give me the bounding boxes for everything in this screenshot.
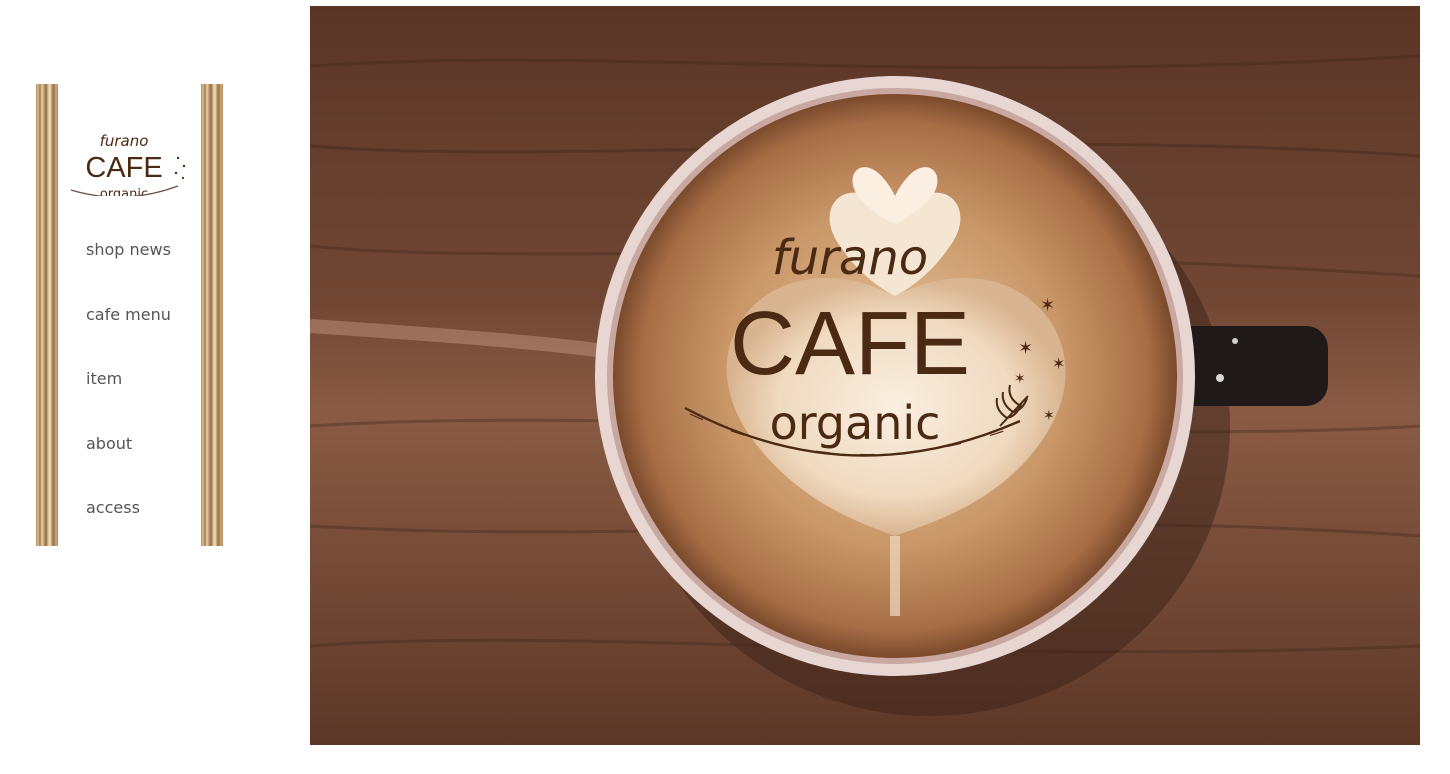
svg-text:✶: ✶ bbox=[1014, 371, 1026, 387]
sparkle-icon bbox=[174, 156, 186, 180]
nav-item-about[interactable]: about bbox=[86, 428, 171, 493]
nav-item-access[interactable]: access bbox=[86, 492, 171, 557]
logo-line-cafe: CAFE bbox=[85, 152, 162, 184]
svg-text:✶: ✶ bbox=[1040, 295, 1055, 316]
main-nav: shop news cafe menu item about access bbox=[86, 234, 171, 557]
hero-logo-furano: furano bbox=[772, 230, 928, 286]
svg-text:✶: ✶ bbox=[1018, 338, 1033, 359]
svg-text:✶: ✶ bbox=[1043, 408, 1055, 424]
svg-text:✶: ✶ bbox=[1052, 354, 1065, 373]
nav-item-item[interactable]: item bbox=[86, 363, 171, 428]
nav-item-cafe-menu[interactable]: cafe menu bbox=[86, 299, 171, 364]
page: furano CAFE organic shop news cafe menu … bbox=[0, 0, 1450, 774]
site-logo[interactable]: furano CAFE organic bbox=[66, 106, 196, 202]
hero-logo-cafe: CAFE bbox=[730, 294, 970, 394]
nav-item-shop-news[interactable]: shop news bbox=[86, 234, 171, 299]
wood-post-right bbox=[201, 84, 223, 546]
sidebar: furano CAFE organic shop news cafe menu … bbox=[36, 84, 224, 546]
wood-post-left bbox=[36, 84, 58, 546]
logo-line-organic: organic bbox=[100, 187, 148, 196]
logo-line-furano: furano bbox=[100, 132, 149, 150]
hero-logo-organic: organic bbox=[770, 396, 941, 450]
hero-image: furano CAFE organic ✶ ✶ ✶ ✶ ✶ bbox=[310, 6, 1420, 745]
